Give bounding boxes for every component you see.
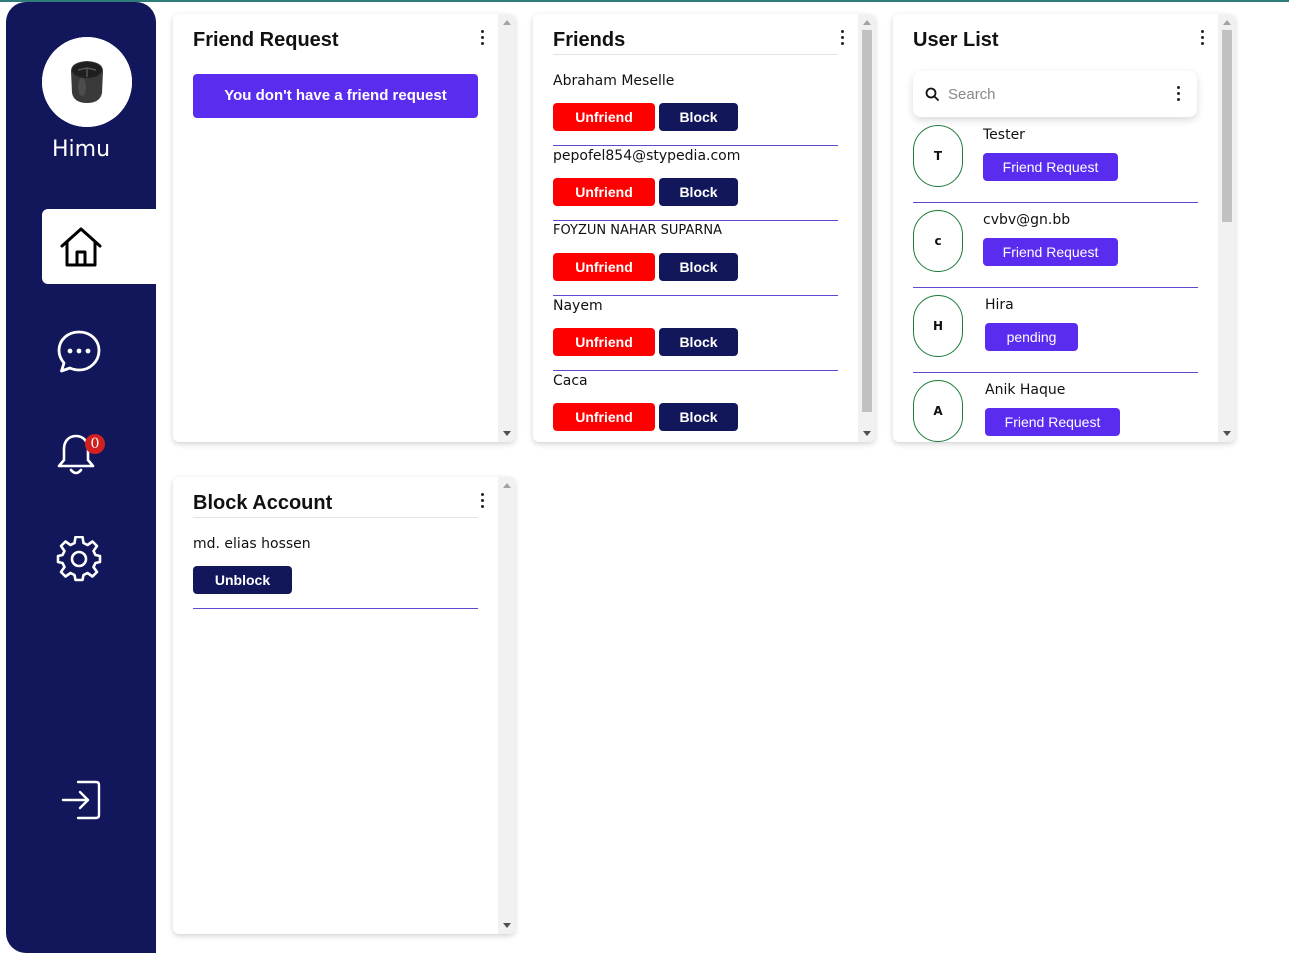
- top-accent-line: [0, 0, 1289, 2]
- nav-settings[interactable]: [56, 535, 102, 586]
- friend-divider: [553, 295, 838, 296]
- block-account-title-divider: [193, 517, 478, 518]
- friend-request-button[interactable]: Friend Request: [983, 153, 1118, 181]
- friend-name: Nayem: [553, 298, 603, 314]
- blocked-divider: [193, 608, 478, 609]
- block-button[interactable]: Block: [659, 328, 738, 356]
- unfriend-button[interactable]: Unfriend: [553, 328, 655, 356]
- block-account-scrollbar[interactable]: [498, 477, 515, 934]
- friends-card: Friends Abraham Meselle Unfriend Block p…: [533, 14, 875, 442]
- friend-name: pepofel854@stypedia.com: [553, 148, 741, 164]
- friends-scrollbar[interactable]: [858, 14, 875, 442]
- user-divider: [913, 287, 1198, 288]
- user-name: Tester: [983, 127, 1025, 143]
- sidebar: Himu 0: [6, 2, 156, 953]
- block-button[interactable]: Block: [659, 253, 738, 281]
- block-account-card: Block Account md. elias hossen Unblock: [173, 477, 515, 934]
- friend-request-scrollbar[interactable]: [498, 14, 515, 442]
- gear-icon: [56, 535, 102, 582]
- friend-name: FOYZUN NAHAR SUPARNA: [553, 223, 722, 238]
- logout-icon: [61, 780, 101, 820]
- user-name: Hira: [985, 297, 1014, 313]
- block-button[interactable]: Block: [659, 403, 738, 431]
- user-avatar: A: [913, 380, 963, 442]
- friend-request-menu-icon[interactable]: [479, 30, 485, 48]
- user-list-card: User List T Tester Friend Request c cvbv…: [893, 14, 1235, 442]
- user-list-menu-icon[interactable]: [1199, 30, 1205, 48]
- friend-divider: [553, 220, 838, 221]
- user-avatar: c: [913, 210, 963, 272]
- notification-badge: 0: [85, 434, 105, 454]
- avatar[interactable]: [42, 37, 132, 127]
- user-avatar: T: [913, 125, 963, 187]
- friend-divider: [553, 145, 838, 146]
- pending-button[interactable]: pending: [985, 323, 1078, 351]
- friend-divider: [553, 370, 838, 371]
- search-box: [913, 71, 1197, 117]
- friends-title-divider: [553, 54, 838, 55]
- block-button[interactable]: Block: [659, 178, 738, 206]
- block-button[interactable]: Block: [659, 103, 738, 131]
- unfriend-button[interactable]: Unfriend: [553, 178, 655, 206]
- friend-request-card: Friend Request You don't have a friend r…: [173, 14, 515, 442]
- search-menu-icon[interactable]: [1175, 86, 1181, 104]
- no-friend-request-message: You don't have a friend request: [193, 74, 478, 118]
- user-name: cvbv@gn.bb: [983, 212, 1071, 228]
- user-divider: [913, 372, 1198, 373]
- unfriend-button[interactable]: Unfriend: [553, 103, 655, 131]
- friend-request-button[interactable]: Friend Request: [983, 238, 1118, 266]
- unblock-button[interactable]: Unblock: [193, 566, 292, 594]
- nav-logout[interactable]: [60, 779, 102, 825]
- user-name: Anik Haque: [985, 382, 1066, 398]
- user-divider: [913, 202, 1198, 203]
- user-name: Himu: [51, 137, 111, 162]
- user-list-title: User List: [913, 29, 999, 51]
- chat-icon: [57, 330, 101, 373]
- friend-request-button[interactable]: Friend Request: [985, 408, 1120, 436]
- home-icon: [60, 227, 102, 267]
- friend-request-title: Friend Request: [193, 29, 339, 51]
- search-icon: [925, 87, 939, 101]
- block-account-menu-icon[interactable]: [479, 493, 485, 511]
- block-account-title: Block Account: [193, 492, 333, 514]
- search-input[interactable]: [948, 83, 1158, 105]
- friend-name: Caca: [553, 373, 588, 389]
- avatar-image: [42, 37, 132, 127]
- user-avatar: H: [913, 295, 963, 357]
- nav-home[interactable]: [42, 209, 156, 284]
- blocked-user-name: md. elias hossen: [193, 536, 311, 552]
- unfriend-button[interactable]: Unfriend: [553, 253, 655, 281]
- friends-title: Friends: [553, 29, 626, 51]
- friend-name: Abraham Meselle: [553, 73, 675, 89]
- friends-menu-icon[interactable]: [839, 30, 845, 48]
- user-list-scrollbar[interactable]: [1218, 14, 1235, 442]
- nav-messages[interactable]: [56, 329, 102, 379]
- unfriend-button[interactable]: Unfriend: [553, 403, 655, 431]
